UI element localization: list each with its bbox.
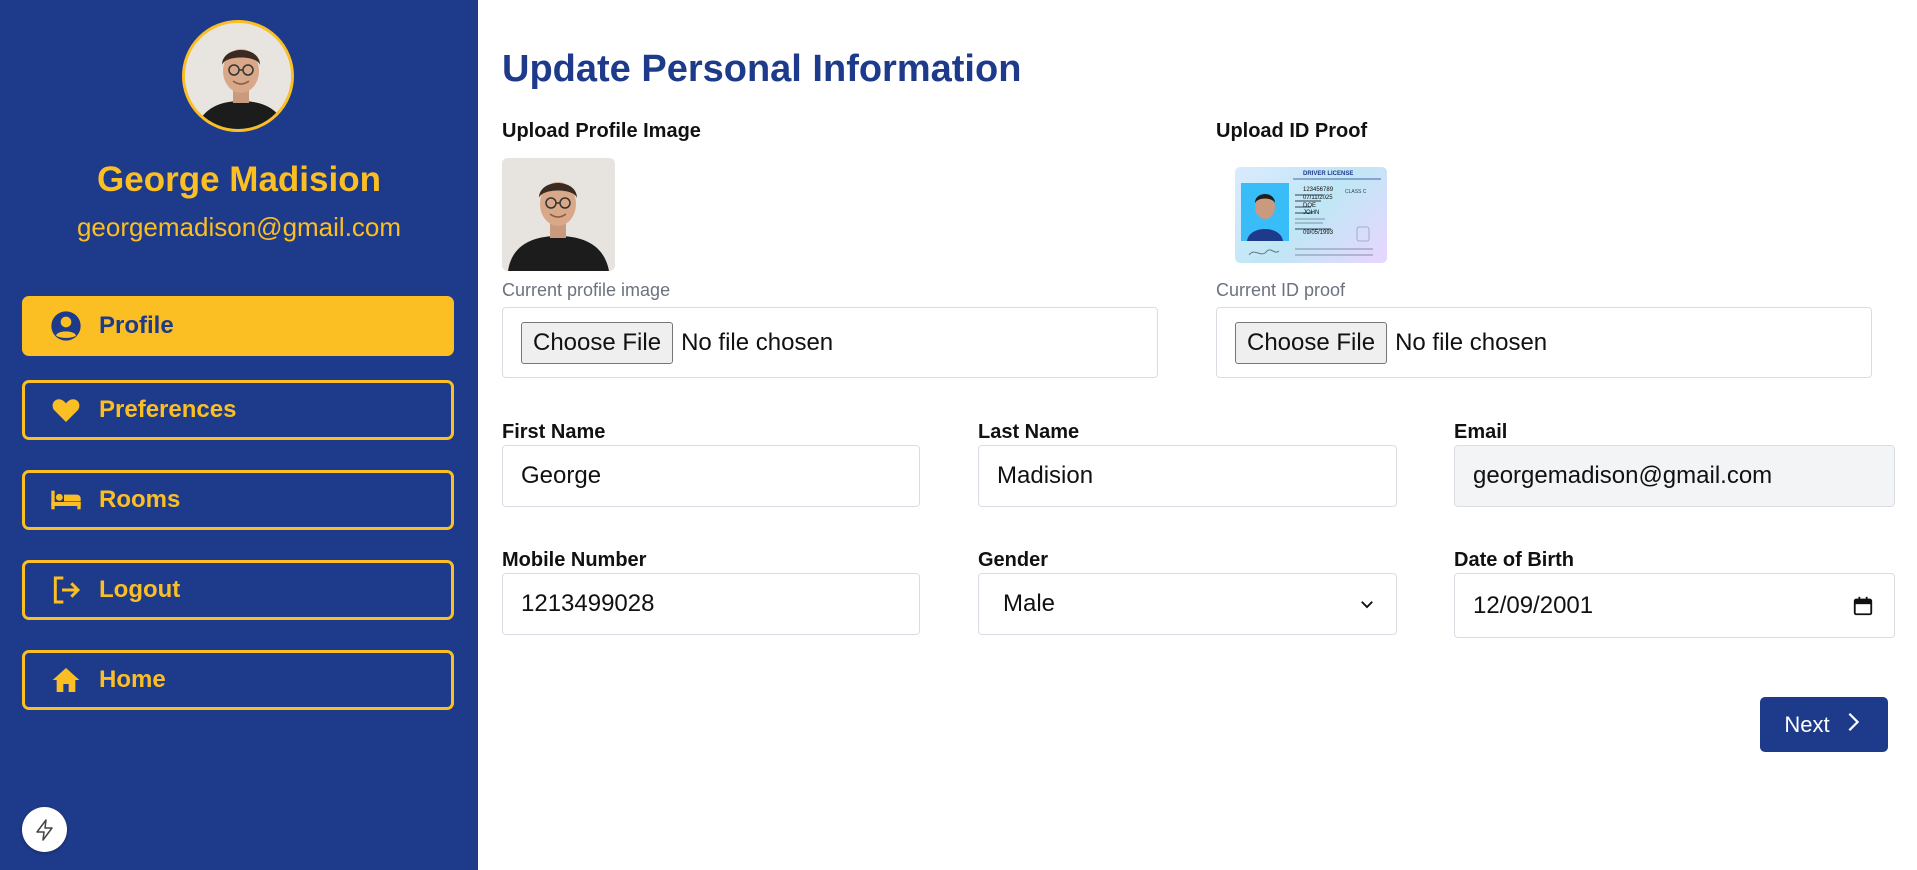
sidebar-item-preferences[interactable]: Preferences [22,380,454,440]
first-name-field[interactable]: George [502,445,920,507]
next-button-label: Next [1784,711,1830,737]
sidebar-item-label: Logout [99,576,181,603]
profile-image-label: Upload Profile Image [502,120,701,142]
user-circle-icon [49,309,83,343]
sidebar-item-home[interactable]: Home [22,650,454,710]
mobile-number-field[interactable]: 1213499028 [502,573,920,635]
id-proof-label: Upload ID Proof [1216,120,1368,142]
user-name: George Madision [97,160,381,199]
main-content: Update Personal Information Upload Profi… [478,0,1917,870]
id-card-first: JOHN [1303,210,1320,216]
id-proof-preview: DRIVER LICENSE CLASS C 123456789 07/11/2… [1235,167,1387,263]
sidebar-item-logout[interactable]: Logout [22,560,454,620]
logout-icon [49,573,83,607]
email-field: georgemadison@gmail.com [1454,445,1895,507]
date-of-birth-field[interactable]: 12/09/2001 [1454,573,1895,638]
sidebar-item-label: Preferences [99,396,237,423]
next-button[interactable]: Next [1760,697,1888,752]
date-of-birth-value: 12/09/2001 [1473,591,1594,619]
mobile-number-label: Mobile Number [502,549,647,571]
file-status: No file chosen [1395,328,1548,356]
gender-label: Gender [978,549,1049,571]
email-value: georgemadison@gmail.com [1473,462,1773,489]
calendar-icon[interactable] [1852,595,1874,617]
id-proof-hint: Current ID proof [1216,280,1346,300]
id-card-last: DOE [1303,203,1317,209]
home-icon [49,663,83,697]
sidebar-item-label: Rooms [99,486,181,513]
id-card-exp: 07/11/2025 [1303,195,1333,201]
last-name-label: Last Name [978,421,1080,443]
email-label: Email [1454,421,1508,443]
last-name-value: Madision [997,462,1094,489]
profile-image-preview [502,158,615,271]
profile-image-hint: Current profile image [502,280,671,300]
heart-icon [49,393,83,427]
bolt-icon[interactable] [22,807,67,852]
id-proof-file-input: Choose File No file chosen [1216,307,1872,378]
first-name-value: George [521,462,602,489]
date-of-birth-label: Date of Birth [1454,549,1574,571]
bed-icon [49,483,83,517]
sidebar-item-rooms[interactable]: Rooms [22,470,454,530]
mobile-number-value: 1213499028 [521,590,655,617]
last-name-field[interactable]: Madision [978,445,1397,507]
id-card-header: DRIVER LICENSE [1303,171,1354,177]
chevron-down-icon [1358,595,1376,613]
sidebar: George Madision georgemadison@gmail.com … [0,0,478,870]
sidebar-item-label: Profile [99,312,174,339]
file-status: No file chosen [681,328,834,356]
sidebar-item-label: Home [99,666,166,693]
profile-image-file-input: Choose File No file chosen [502,307,1158,378]
gender-select[interactable]: Male [978,573,1397,635]
avatar [182,20,294,132]
first-name-label: First Name [502,421,606,443]
user-email: georgemadison@gmail.com [76,212,402,242]
choose-file-button[interactable]: Choose File [1235,321,1388,364]
page-title: Update Personal Information [502,48,1022,90]
sidebar-item-profile[interactable]: Profile [22,296,454,356]
id-card-class: CLASS C [1345,189,1367,195]
id-card-number: 123456789 [1303,187,1334,193]
chevron-right-icon [1842,711,1864,739]
choose-file-button[interactable]: Choose File [521,321,674,364]
gender-value: Male [1003,590,1056,617]
id-card-dob: 09/05/1993 [1303,230,1334,236]
